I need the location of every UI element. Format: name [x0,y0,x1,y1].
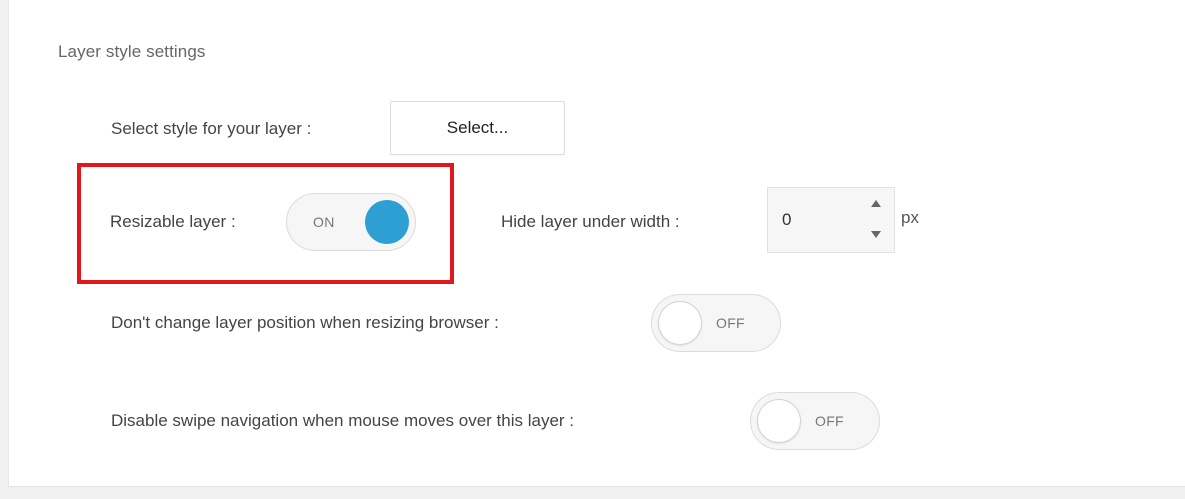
increment-arrow-icon[interactable] [860,190,892,220]
toggle-knob [365,200,409,244]
hide-width-input[interactable] [768,188,858,252]
keep-position-toggle[interactable]: OFF [651,294,781,352]
toggle-knob [658,301,702,345]
resizable-layer-state: ON [313,214,335,230]
toggle-knob [757,399,801,443]
keep-position-state: OFF [716,315,745,331]
hide-width-label: Hide layer under width : [501,212,680,231]
select-style-label: Select style for your layer : [111,119,312,138]
resizable-layer-toggle[interactable]: ON [286,193,416,251]
disable-swipe-toggle[interactable]: OFF [750,392,880,450]
decrement-arrow-icon[interactable] [860,221,892,251]
layer-style-panel: Layer style settings Select style for yo… [8,0,1185,487]
section-title: Layer style settings [58,42,206,61]
hide-width-stepper [767,187,895,253]
disable-swipe-label: Disable swipe navigation when mouse move… [111,411,575,430]
keep-position-label: Don't change layer position when resizin… [111,313,499,332]
disable-swipe-state: OFF [815,413,844,429]
select-style-button[interactable]: Select... [390,101,565,155]
width-unit: px [901,208,919,227]
resizable-layer-label: Resizable layer : [110,212,236,231]
